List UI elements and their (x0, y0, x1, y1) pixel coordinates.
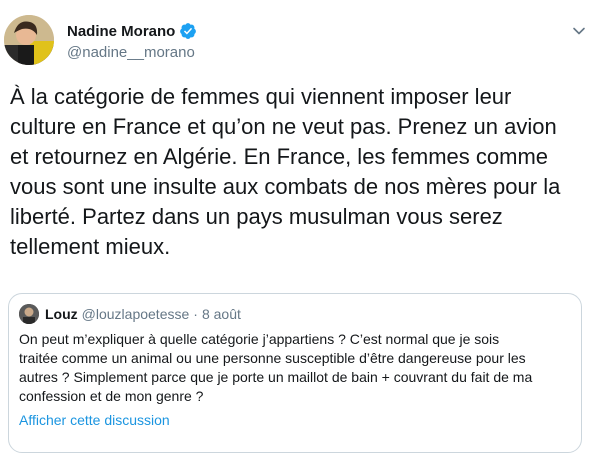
show-thread-link[interactable]: Afficher cette discussion (19, 412, 170, 428)
author-display-name[interactable]: Nadine Morano (67, 23, 175, 40)
quoted-author-avatar (19, 304, 39, 324)
verified-badge-icon (179, 22, 197, 40)
chevron-down-icon[interactable] (572, 24, 586, 38)
quoted-author-name: Louz (45, 306, 78, 322)
quoted-tweet-card[interactable]: Louz @louzlapoetesse · 8 août On peut m’… (8, 293, 582, 453)
quoted-author-handle: @louzlapoetesse (81, 306, 190, 322)
quoted-tweet-date: 8 août (201, 306, 241, 322)
tweet-card: Nadine Morano @nadine__morano À la catég… (0, 0, 595, 453)
tweet-body-text: À la catégorie de femmes qui viennent im… (10, 84, 561, 259)
quoted-tweet-header: Louz @louzlapoetesse · 8 août (45, 306, 241, 322)
author-avatar[interactable] (4, 15, 54, 65)
quoted-header-separator: · (193, 306, 198, 322)
author-handle[interactable]: @nadine__morano (67, 44, 195, 61)
quoted-tweet-text: On peut m’expliquer à quelle catégorie j… (19, 331, 533, 404)
author-name-row: Nadine Morano (67, 22, 197, 40)
